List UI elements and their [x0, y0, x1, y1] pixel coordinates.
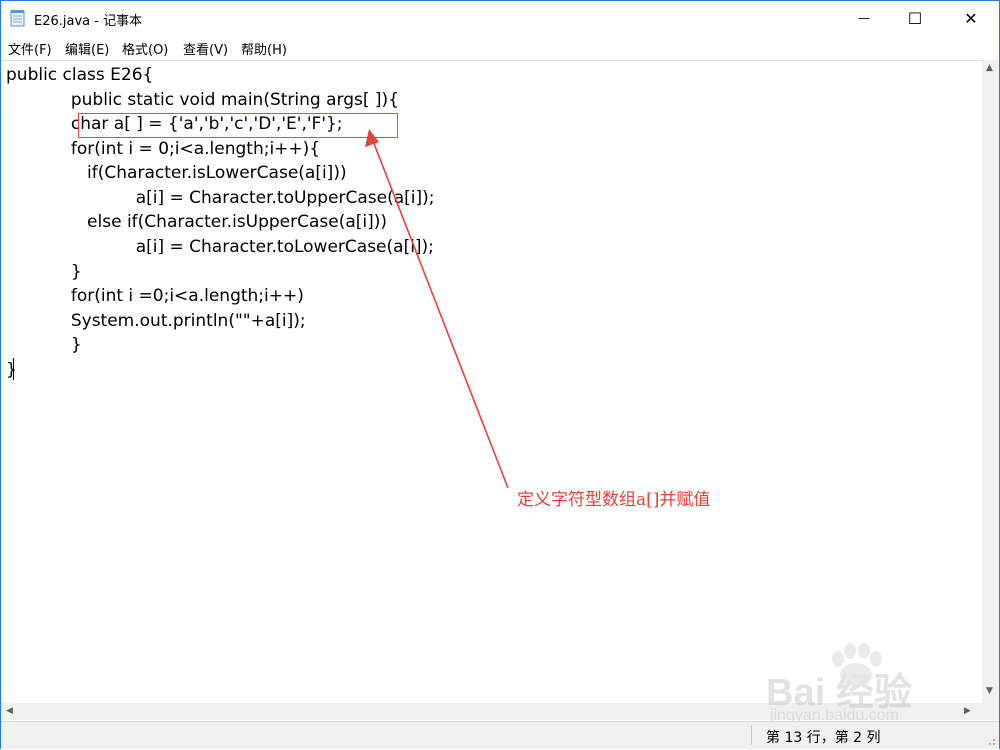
code-line: for(int i =0;i<a.length;i++) [6, 286, 304, 306]
baidu-watermark: Bai 经验 jingyan.baidu.com [766, 641, 996, 731]
text-caret [13, 358, 14, 380]
text-editor-area[interactable]: public class E26{ public static void mai… [1, 60, 982, 704]
scroll-left-arrow-icon[interactable]: ◀ [6, 706, 13, 716]
menu-format[interactable]: 格式(O) [122, 39, 168, 58]
maximize-icon: ☐ [907, 8, 923, 28]
title-bar[interactable]: E26.java - 记事本 — ☐ ✕ [1, 1, 999, 35]
maximize-button[interactable]: ☐ [892, 1, 938, 35]
window-title: E26.java - 记事本 [34, 14, 143, 29]
code-line: public static void main(String args[ ]){ [6, 90, 399, 110]
annotation-label: 定义字符型数组a[]并赋值 [517, 490, 711, 510]
code-line: } [6, 335, 82, 355]
status-bar: 第 13 行，第 2 列 [1, 721, 999, 749]
code-line: public class E26{ [6, 65, 154, 85]
status-separator [751, 725, 752, 745]
code-line: if(Character.isLowerCase(a[i])) [6, 163, 347, 183]
code-line: else if(Character.isUpperCase(a[i])) [6, 212, 388, 232]
minimize-button[interactable]: — [841, 1, 887, 35]
menu-bar: 文件(F) 编辑(E) 格式(O) 查看(V) 帮助(H) [1, 35, 999, 59]
menu-file[interactable]: 文件(F) [8, 39, 52, 58]
notepad-window: E26.java - 记事本 — ☐ ✕ 文件(F) 编辑(E) 格式(O) 查… [0, 0, 1000, 749]
minimize-icon: — [858, 11, 870, 25]
close-icon: ✕ [964, 8, 978, 28]
notepad-icon [10, 9, 26, 27]
code-line: a[i] = Character.toUpperCase(a[i]); [6, 188, 435, 208]
menu-help[interactable]: 帮助(H) [241, 39, 287, 58]
vertical-scrollbar[interactable]: ▲ ▼ [982, 60, 999, 703]
code-line: for(int i = 0;i<a.length;i++){ [6, 139, 321, 159]
cursor-position: 第 13 行，第 2 列 [766, 730, 881, 746]
annotation-highlight-box [78, 113, 398, 138]
scroll-up-arrow-icon[interactable]: ▲ [986, 63, 993, 73]
code-line: } [6, 262, 82, 282]
code-line: } [6, 360, 17, 380]
close-button[interactable]: ✕ [948, 1, 994, 35]
resize-grip-icon[interactable] [986, 736, 996, 746]
code-line: a[i] = Character.toLowerCase(a[i]); [6, 237, 434, 257]
code-line: System.out.println(""+a[i]); [6, 311, 306, 331]
menu-edit[interactable]: 编辑(E) [65, 39, 109, 58]
menu-view[interactable]: 查看(V) [183, 39, 228, 58]
